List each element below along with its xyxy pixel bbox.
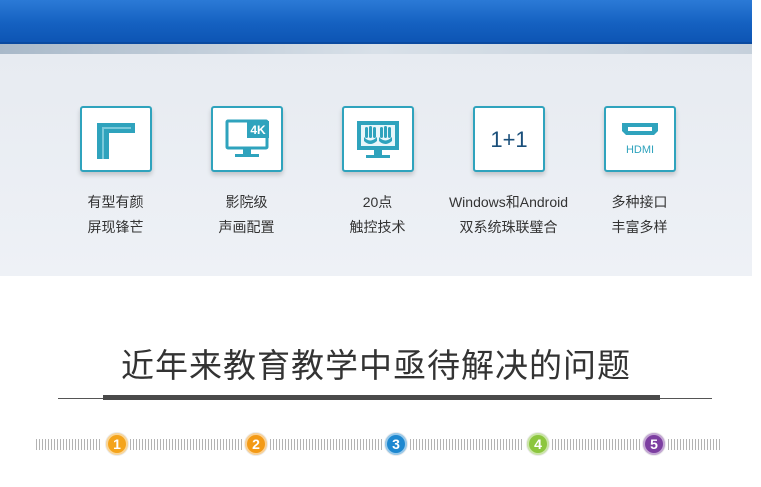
step-5[interactable]: 5	[643, 433, 665, 455]
feature-list: 有型有颜 屏现锋芒 4K 影院级 声画配置 20点 触控技术 1+1 Windo…	[50, 106, 740, 246]
chevron-divider	[668, 439, 720, 450]
features-panel: 有型有颜 屏现锋芒 4K 影院级 声画配置 20点 触控技术 1+1 Windo…	[0, 54, 752, 276]
dual-system-icon: 1+1	[472, 106, 545, 172]
feature-interfaces: HDMI 多种接口 丰富多样	[574, 106, 705, 246]
multitouch-monitor-icon	[341, 106, 414, 172]
step-indicator: 1 2 3 4 5	[36, 433, 722, 457]
4k-monitor-icon: 4K	[210, 106, 283, 172]
step-2[interactable]: 2	[245, 433, 267, 455]
corner-frame-icon	[79, 106, 152, 172]
badge-hdmi: HDMI	[625, 144, 653, 156]
badge-4k: 4K	[250, 123, 266, 137]
feature-line2: 屏现锋芒	[87, 219, 144, 235]
feature-line1: 影院级	[225, 194, 268, 210]
feature-line1: 有型有颜	[87, 194, 144, 210]
feature-design: 有型有颜 屏现锋芒	[50, 106, 181, 246]
chevron-divider	[270, 439, 382, 450]
feature-line2: 丰富多样	[611, 219, 668, 235]
chevron-divider	[130, 439, 242, 450]
feature-line2: 声画配置	[218, 219, 275, 235]
feature-line2: 双系统珠联璧合	[459, 219, 558, 235]
chevron-divider	[410, 439, 524, 450]
chevron-divider	[552, 439, 640, 450]
section-title: 近年来教育教学中亟待解决的问题	[121, 347, 631, 384]
feature-line1: 多种接口	[611, 194, 668, 210]
step-4[interactable]: 4	[527, 433, 549, 455]
step-1[interactable]: 1	[106, 433, 128, 455]
hdmi-port-icon: HDMI	[603, 106, 676, 172]
feature-line2: 触控技术	[349, 219, 406, 235]
step-3[interactable]: 3	[385, 433, 407, 455]
title-underline-accent	[103, 395, 660, 400]
feature-dual-system: 1+1 Windows和Android 双系统珠联璧合	[443, 106, 574, 246]
feature-touch: 20点 触控技术	[312, 106, 443, 246]
badge-1plus1: 1+1	[490, 127, 527, 152]
feature-line1: 20点	[362, 194, 393, 210]
header-bar	[0, 0, 752, 44]
feature-line1: Windows和Android	[448, 194, 569, 210]
feature-4k: 4K 影院级 声画配置	[181, 106, 312, 246]
chevron-divider	[36, 439, 102, 450]
header-shadow-strip	[0, 44, 752, 54]
